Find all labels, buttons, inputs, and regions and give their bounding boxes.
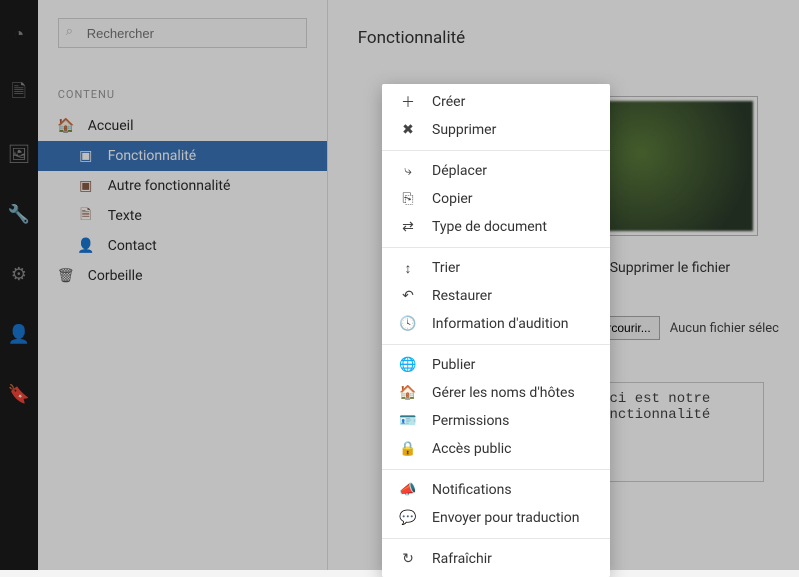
menu-label: Accès public <box>432 441 512 457</box>
menu-label: Déplacer <box>432 163 487 179</box>
image-preview <box>593 101 753 231</box>
doc-icon: ▣ <box>78 178 94 194</box>
tree-node-text[interactable]: 🗎 Texte <box>38 201 327 231</box>
nav-rail: ◔ 🗎 🖼 🔧 ⚙ 👤 🔖 <box>0 0 38 570</box>
menu-delete[interactable]: ✖ Supprimer <box>382 116 610 144</box>
speech-icon: 💬 <box>400 510 416 526</box>
delete-file-label: Supprimer le fichier <box>610 260 731 276</box>
menu-notifications[interactable]: 📣 Notifications <box>382 476 610 504</box>
menu-restore[interactable]: ↶ Restaurer <box>382 282 610 310</box>
menu-permissions[interactable]: 🪪 Permissions <box>382 407 610 435</box>
home-icon: 🏠 <box>58 118 74 134</box>
menu-copy[interactable]: ⎘ Copier <box>382 185 610 213</box>
image-icon[interactable]: 🖼 <box>9 144 29 164</box>
menu-hosts[interactable]: 🏠 Gérer les noms d'hôtes <box>382 379 610 407</box>
menu-label: Gérer les noms d'hôtes <box>432 385 575 401</box>
swap-icon: ⇄ <box>400 219 416 235</box>
bookmark-icon[interactable]: 🔖 <box>9 384 29 404</box>
trash-icon: 🗑 <box>58 268 74 284</box>
menu-label: Envoyer pour traduction <box>432 510 580 526</box>
menu-label: Copier <box>432 191 473 207</box>
menu-publish[interactable]: 🌐 Publier <box>382 351 610 379</box>
user-icon[interactable]: 👤 <box>9 324 29 344</box>
section-label: CONTENU <box>38 58 327 111</box>
menu-label: Créer <box>432 94 465 110</box>
undo-icon: ↶ <box>400 288 416 304</box>
move-icon: ⤷ <box>400 163 416 179</box>
menu-doctype[interactable]: ⇄ Type de document <box>382 213 610 241</box>
menu-label: Permissions <box>432 413 509 429</box>
tree-label: Texte <box>108 208 142 224</box>
description-textarea[interactable] <box>584 382 764 482</box>
clock-icon: 🕓 <box>400 316 416 332</box>
tree-label: Fonctionnalité <box>108 148 197 164</box>
search-icon: ⌕ <box>66 24 73 39</box>
menu-sort[interactable]: ↕ Trier <box>382 254 610 282</box>
file-status-text: Aucun fichier sélec <box>670 321 779 336</box>
menu-label: Type de document <box>432 219 547 235</box>
avatar-icon[interactable]: ◔ <box>9 24 29 44</box>
menu-label: Trier <box>432 260 460 276</box>
tree-label: Corbeille <box>88 268 143 284</box>
tree-node-contact[interactable]: 👤 Contact <box>38 231 327 261</box>
menu-label: Rafraîchir <box>432 551 492 567</box>
menu-label: Notifications <box>432 482 512 498</box>
tree-label: Autre fonctionnalité <box>108 178 231 194</box>
copy-icon: ⎘ <box>400 191 416 207</box>
tree-label: Accueil <box>88 118 134 134</box>
page-icon: 🗎 <box>78 204 94 228</box>
megaphone-icon: 📣 <box>400 482 416 498</box>
menu-label: Information d'audition <box>432 316 569 332</box>
id-icon: 🪪 <box>400 413 416 429</box>
menu-audit[interactable]: 🕓 Information d'audition <box>382 310 610 338</box>
refresh-icon: ↻ <box>400 551 416 567</box>
search-input[interactable] <box>58 18 307 48</box>
menu-label: Publier <box>432 357 475 373</box>
menu-label: Restaurer <box>432 288 492 304</box>
context-menu: ＋ Créer ✖ Supprimer ⤷ Déplacer ⎘ Copier … <box>382 84 610 577</box>
wrench-icon[interactable]: 🔧 <box>9 204 29 224</box>
home-icon: 🏠 <box>400 385 416 401</box>
content-tree-panel: ⌕ CONTENU 🏠 Accueil ▣ Fonctionnalité ▣ A… <box>38 0 328 570</box>
menu-refresh[interactable]: ↻ Rafraîchir <box>382 545 610 573</box>
menu-move[interactable]: ⤷ Déplacer <box>382 157 610 185</box>
menu-label: Supprimer <box>432 122 496 138</box>
tree-node-feature[interactable]: ▣ Fonctionnalité <box>38 141 327 171</box>
person-icon: 👤 <box>78 238 94 254</box>
globe-icon: 🌐 <box>400 357 416 373</box>
file-icon[interactable]: 🗎 <box>9 84 29 104</box>
lock-icon: 🔒 <box>400 441 416 457</box>
image-thumbnail[interactable] <box>588 96 758 236</box>
page-title: Fonctionnalité <box>348 0 779 66</box>
doc-icon: ▣ <box>78 148 94 164</box>
menu-create[interactable]: ＋ Créer <box>382 88 610 116</box>
tree-node-home[interactable]: 🏠 Accueil <box>38 111 327 141</box>
tree-label: Contact <box>108 238 157 254</box>
tree-node-other-feature[interactable]: ▣ Autre fonctionnalité <box>38 171 327 201</box>
tree-node-trash[interactable]: 🗑 Corbeille <box>38 261 327 291</box>
menu-translate[interactable]: 💬 Envoyer pour traduction <box>382 504 610 532</box>
delete-icon: ✖ <box>400 122 416 138</box>
delete-file-row[interactable]: Supprimer le fichier <box>584 260 779 276</box>
sort-icon: ↕ <box>400 260 416 277</box>
gear-icon[interactable]: ⚙ <box>9 264 29 284</box>
menu-public[interactable]: 🔒 Accès public <box>382 435 610 463</box>
plus-icon: ＋ <box>400 92 416 112</box>
